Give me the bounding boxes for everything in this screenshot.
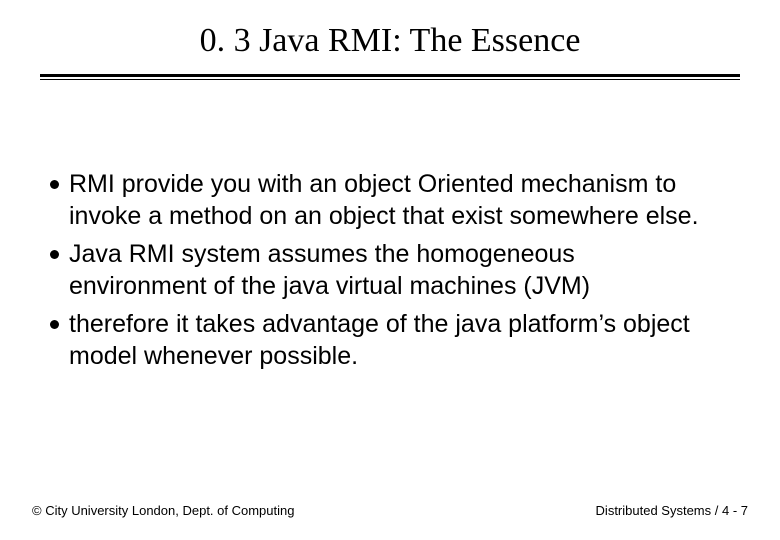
bullet-icon (50, 320, 59, 329)
list-item: Java RMI system assumes the homogeneous … (50, 238, 718, 302)
slide: 0. 3 Java RMI: The Essence RMI provide y… (0, 0, 780, 540)
bullet-icon (50, 250, 59, 259)
bullet-icon (50, 180, 59, 189)
bullet-text: RMI provide you with an object Oriented … (69, 168, 718, 232)
title-rule-thick (40, 74, 740, 77)
bullet-text: Java RMI system assumes the homogeneous … (69, 238, 718, 302)
list-item: RMI provide you with an object Oriented … (50, 168, 718, 232)
bullet-text: therefore it takes advantage of the java… (69, 308, 718, 372)
footer: © City University London, Dept. of Compu… (0, 503, 780, 518)
title-rule-thin (40, 79, 740, 80)
list-item: therefore it takes advantage of the java… (50, 308, 718, 372)
slide-title: 0. 3 Java RMI: The Essence (40, 22, 740, 60)
footer-right: Distributed Systems / 4 - 7 (596, 503, 748, 518)
footer-left: © City University London, Dept. of Compu… (32, 503, 294, 518)
bullet-list: RMI provide you with an object Oriented … (40, 168, 740, 372)
